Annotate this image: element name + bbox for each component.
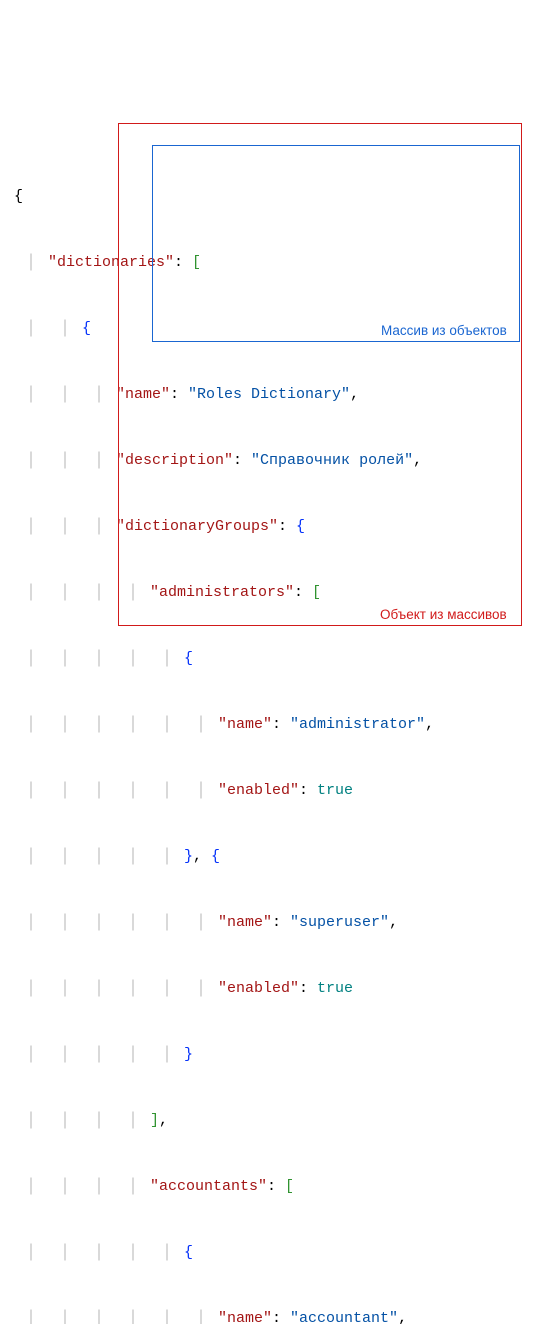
code-line: │││"description": "Справочник ролей", [14, 450, 542, 472]
json-code-block: Массив из объектов Объект из массивов { … [14, 10, 542, 1324]
code-line: ││││], [14, 1110, 542, 1132]
code-line: ││││││"name": "superuser", [14, 912, 542, 934]
code-line: │││││}, { [14, 846, 542, 868]
code-line: { [14, 186, 542, 208]
code-line: ││││"administrators": [ [14, 582, 542, 604]
blue-annotation-box [152, 145, 520, 342]
code-line: │││"dictionaryGroups": { [14, 516, 542, 538]
code-line: │"dictionaries": [ [14, 252, 542, 274]
code-line: │││"name": "Roles Dictionary", [14, 384, 542, 406]
code-line: ││││││"name": "accountant", [14, 1308, 542, 1324]
code-line: ││││││"enabled": true [14, 780, 542, 802]
code-line: │││││{ [14, 1242, 542, 1264]
code-line: │││││} [14, 1044, 542, 1066]
code-line: ││││││"enabled": true [14, 978, 542, 1000]
blue-annotation-label: Массив из объектов [381, 320, 507, 342]
red-annotation-label: Объект из массивов [380, 604, 507, 626]
code-line: │││││{ [14, 648, 542, 670]
code-line: ││││││"name": "administrator", [14, 714, 542, 736]
code-line: ││││"accountants": [ [14, 1176, 542, 1198]
